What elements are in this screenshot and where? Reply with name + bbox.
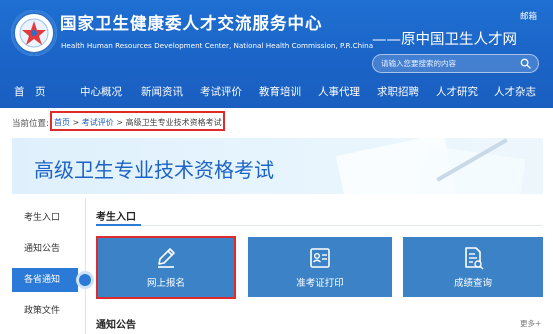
nav-item-jobs[interactable]: 求职招聘 [377, 84, 419, 99]
site-header: 国家卫生健康委人才交流服务中心 Health Human Resources D… [0, 0, 553, 108]
breadcrumb-separator: > [113, 118, 126, 127]
admission-ticket-print-button[interactable]: 准考证打印 [248, 237, 392, 297]
section-divider [96, 225, 543, 226]
breadcrumb-separator: > [70, 118, 82, 127]
sidebar-item-notices[interactable]: 通知公告 [12, 237, 78, 261]
card-label: 成绩查询 [453, 278, 492, 289]
banner-decoration [418, 145, 526, 194]
search-box [372, 54, 539, 73]
page: 国家卫生健康委人才交流服务中心 Health Human Resources D… [0, 0, 553, 334]
page-banner: 高级卫生专业技术资格考试 [12, 138, 543, 194]
nav-item-training[interactable]: 教育培训 [259, 84, 301, 99]
breadcrumb-item-current: 高级卫生专业技术资格考试 [125, 118, 222, 127]
sidebar-item-provincial-notices[interactable]: 各省通知 [12, 268, 78, 292]
score-query-button[interactable]: 成绩查询 [403, 237, 543, 297]
breadcrumb-prefix: 当前位置: [12, 119, 49, 129]
sidebar: 考生入口 通知公告 各省通知 政策文件 [12, 198, 92, 334]
more-link[interactable]: 更多+ [520, 318, 541, 329]
nav-item-personnel[interactable]: 人事代理 [318, 84, 360, 99]
nav-item-magazine[interactable]: 人才杂志 [494, 84, 536, 99]
breadcrumb-item-home[interactable]: 首页 [54, 118, 70, 127]
document-search-icon [465, 247, 484, 270]
notices-title: 通知公告 [96, 320, 136, 331]
nav-item-home[interactable]: 首 页 [14, 84, 46, 99]
page-title: 高级卫生专业技术资格考试 [34, 158, 274, 182]
logo-emblem-icon [13, 12, 55, 54]
registration-highlight [96, 236, 236, 299]
section-title: 考生入口 [96, 212, 136, 223]
org-name-en: Health Human Resources Development Cente… [61, 41, 374, 50]
breadcrumb-item-exam[interactable]: 考试评价 [82, 118, 114, 127]
id-card-icon [310, 248, 330, 268]
nav-item-exam[interactable]: 考试评价 [200, 84, 242, 99]
nav-item-research[interactable]: 人才研究 [436, 84, 478, 99]
sidebar-item-candidate-entry[interactable]: 考生入口 [12, 206, 78, 230]
sidebar-divider [85, 198, 86, 334]
main-nav: 首 页 中心概况 新闻资讯 考试评价 教育培训 人事代理 求职招聘 人才研究 人… [0, 84, 553, 106]
site-logo[interactable] [11, 10, 57, 56]
nav-item-about[interactable]: 中心概况 [80, 84, 122, 99]
nav-item-news[interactable]: 新闻资讯 [141, 84, 183, 99]
mailbox-link[interactable]: 邮箱 [520, 10, 537, 22]
sidebar-item-policies[interactable]: 政策文件 [12, 299, 78, 323]
site-tagline: ——原中国卫生人才网 [372, 32, 517, 48]
card-label: 准考证打印 [296, 278, 344, 289]
org-name-cn: 国家卫生健康委人才交流服务中心 [60, 14, 323, 33]
active-indicator-dot [79, 274, 91, 286]
search-icon[interactable] [520, 58, 531, 69]
breadcrumb: 首页 > 考试评价 > 高级卫生专业技术资格考试 [54, 117, 222, 128]
search-input[interactable] [381, 56, 516, 71]
section-underline [96, 224, 141, 226]
